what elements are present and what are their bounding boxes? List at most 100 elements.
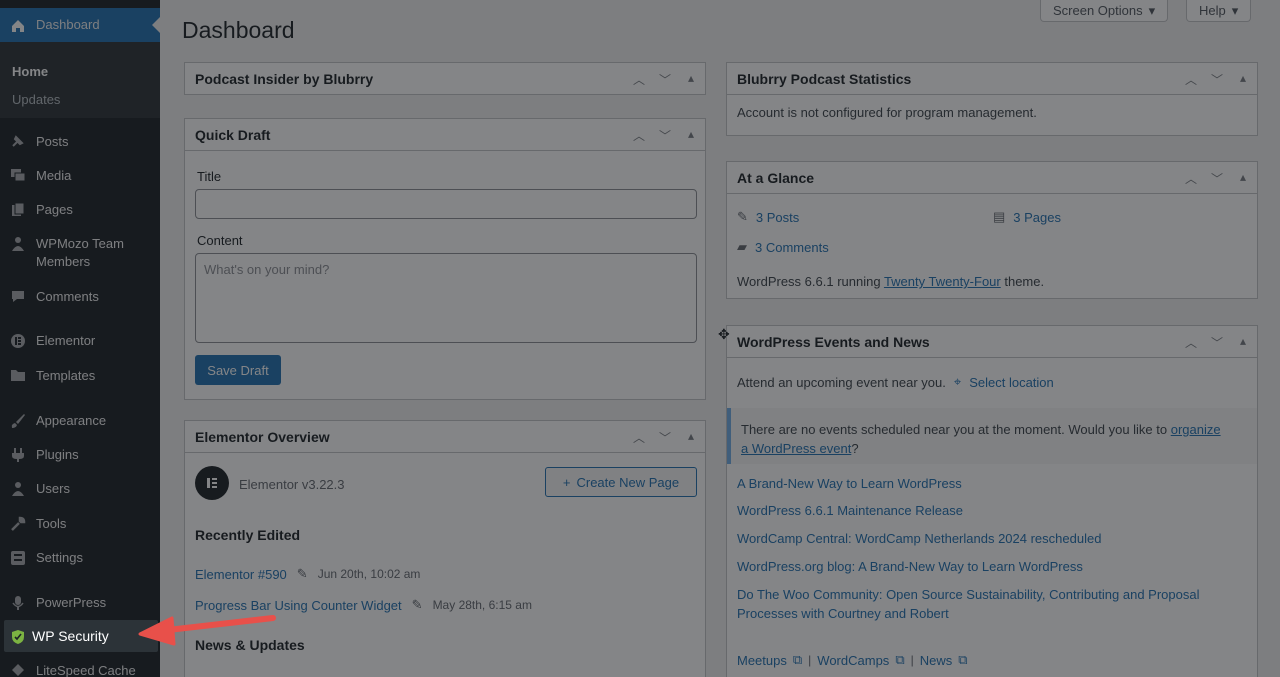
sidebar-item-elementor[interactable]: Elementor — [0, 332, 160, 350]
glance-comments: ▰ 3 Comments — [737, 239, 829, 255]
collapse-icon[interactable]: ▴ — [1235, 334, 1251, 351]
collapse-icon[interactable]: ▴ — [683, 71, 699, 88]
sidebar-item-label: Elementor — [36, 333, 96, 348]
posts-count-link[interactable]: 3 Posts — [756, 210, 799, 225]
news-link[interactable]: A Brand-New Way to Learn WordPress — [737, 476, 962, 491]
news-link[interactable]: WordCamp Central: WordCamp Netherlands 2… — [737, 531, 1101, 546]
events-notice: There are no events scheduled near you a… — [727, 408, 1257, 464]
move-handle-icon[interactable]: ✥ — [718, 326, 730, 343]
wordpress-event-link[interactable]: a WordPress event — [741, 441, 851, 456]
sidebar-item-label: Plugins — [36, 447, 79, 462]
sidebar-item-media[interactable]: Media — [0, 167, 160, 185]
sidebar-item-tools[interactable]: Tools — [0, 515, 160, 533]
move-down-icon[interactable]: ﹀ — [657, 71, 673, 88]
news-link[interactable]: WordPress.org blog: A Brand-New Way to L… — [737, 559, 1083, 574]
collapse-icon[interactable]: ▴ — [683, 429, 699, 446]
sidebar-item-users[interactable]: Users — [0, 480, 160, 498]
move-up-icon[interactable]: ︿ — [1183, 170, 1199, 187]
glance-posts: ✎ 3 Posts — [737, 209, 799, 225]
sidebar-item-settings[interactable]: Settings — [0, 549, 160, 567]
sidebar-item-label: Templates — [36, 368, 96, 383]
annotation-arrow-icon — [138, 615, 276, 646]
sidebar-item-label: Users — [36, 481, 70, 496]
wrench-icon — [0, 515, 36, 532]
screen-options-label: Screen Options — [1053, 3, 1143, 18]
move-up-icon[interactable]: ︿ — [631, 127, 647, 144]
sidebar-item-comments[interactable]: Comments — [0, 288, 160, 306]
dashboard-icon — [0, 17, 36, 34]
collapse-icon[interactable]: ▴ — [1235, 170, 1251, 187]
sidebar-item-label: WPMozo Team Members — [36, 236, 124, 269]
sliders-icon — [0, 549, 36, 566]
theme-link[interactable]: Twenty Twenty-Four — [884, 274, 1001, 289]
submenu-home[interactable]: Home — [12, 64, 48, 79]
move-down-icon[interactable]: ﹀ — [1209, 334, 1225, 351]
sidebar-item-team-members[interactable]: WPMozo Team Members — [0, 235, 160, 271]
sidebar-item-plugins[interactable]: Plugins — [0, 446, 160, 464]
collapse-icon[interactable]: ▴ — [683, 127, 699, 144]
news-link-continued[interactable]: Processes with Courtney and Robert — [737, 606, 949, 621]
sidebar-item-appearance[interactable]: Appearance — [0, 412, 160, 430]
elementor-icon — [0, 332, 36, 349]
news-link[interactable]: WordPress 6.6.1 Maintenance Release — [737, 503, 963, 518]
help-label: Help — [1199, 3, 1226, 18]
external-link-icon: ⧉ — [792, 652, 803, 667]
widget-title: At a Glance — [737, 169, 815, 186]
caret-down-icon: ▾ — [1148, 2, 1156, 18]
sidebar-item-label: WP Security — [32, 628, 109, 644]
elementor-version: Elementor v3.22.3 — [239, 477, 345, 492]
version-suffix: theme. — [1000, 274, 1045, 289]
move-down-icon[interactable]: ﹀ — [1209, 170, 1225, 187]
pages-icon: ▤ — [993, 209, 1006, 224]
move-up-icon[interactable]: ︿ — [1183, 71, 1199, 88]
meetups-link[interactable]: Meetups — [737, 653, 787, 668]
sidebar-item-litespeed-cache[interactable]: LiteSpeed Cache — [0, 662, 160, 677]
main-content: Screen Options ▾ Help ▾ Dashboard Podcas… — [160, 0, 1280, 677]
select-location-link[interactable]: Select location — [969, 375, 1054, 390]
move-up-icon[interactable]: ︿ — [631, 71, 647, 88]
organize-link[interactable]: organize — [1171, 422, 1221, 437]
pages-count-link[interactable]: 3 Pages — [1013, 210, 1061, 225]
news-footer-link[interactable]: News — [920, 653, 953, 668]
title-label: Title — [197, 169, 222, 184]
list-item: Elementor #590 ✎ Jun 20th, 10:02 am — [195, 566, 420, 582]
move-down-icon[interactable]: ﹀ — [657, 127, 673, 144]
media-icon — [0, 167, 36, 182]
save-draft-button[interactable]: Save Draft — [195, 355, 281, 385]
create-new-page-label: Create New Page — [576, 474, 680, 490]
sidebar-item-label: Media — [36, 168, 72, 183]
sidebar-item-templates[interactable]: Templates — [0, 367, 160, 385]
external-link-icon: ⧉ — [958, 652, 968, 667]
elementor-logo — [195, 466, 229, 500]
podcast-insider-widget: Podcast Insider by Blubrry ︿ ﹀ ▴ — [184, 62, 706, 95]
draft-title-input[interactable] — [195, 189, 697, 219]
sidebar-item-dashboard[interactable]: Dashboard — [0, 8, 160, 42]
shield-icon — [4, 628, 32, 645]
comments-count-link[interactable]: 3 Comments — [755, 240, 829, 255]
notice-suffix: ? — [851, 441, 859, 456]
recent-edit-date: May 28th, 6:15 am — [432, 598, 532, 612]
news-link[interactable]: Do The Woo Community: Open Source Sustai… — [737, 587, 1199, 602]
move-down-icon[interactable]: ﹀ — [657, 429, 673, 446]
screen-options-button[interactable]: Screen Options ▾ — [1040, 0, 1169, 22]
move-down-icon[interactable]: ﹀ — [1209, 71, 1225, 88]
create-new-page-button[interactable]: + Create New Page — [545, 467, 697, 497]
blubrry-stats-widget: Blubrry Podcast Statistics ︿ ﹀ ▴ Account… — [726, 62, 1258, 136]
move-up-icon[interactable]: ︿ — [631, 429, 647, 446]
comment-icon: ▰ — [737, 239, 747, 254]
pushpin-icon: ✎ — [737, 209, 748, 224]
separator: | — [808, 653, 812, 667]
move-up-icon[interactable]: ︿ — [1183, 334, 1199, 351]
wordcamps-link[interactable]: WordCamps — [817, 653, 889, 668]
at-a-glance-widget: At a Glance ︿ ﹀ ▴ ✎ 3 Posts ▤ 3 Pages ▰ … — [726, 161, 1258, 299]
help-button[interactable]: Help ▾ — [1186, 0, 1252, 22]
collapse-icon[interactable]: ▴ — [1235, 71, 1251, 88]
recent-edit-link[interactable]: Elementor #590 — [195, 567, 287, 582]
glance-pages: ▤ 3 Pages — [993, 209, 1061, 225]
draft-content-textarea[interactable]: What's on your mind? — [195, 253, 697, 343]
dashboard-submenu: Home Updates — [0, 42, 160, 118]
brush-icon — [0, 412, 36, 429]
sidebar-item-pages[interactable]: Pages — [0, 201, 160, 219]
sidebar-item-posts[interactable]: Posts — [0, 133, 160, 151]
submenu-updates[interactable]: Updates — [12, 92, 60, 107]
